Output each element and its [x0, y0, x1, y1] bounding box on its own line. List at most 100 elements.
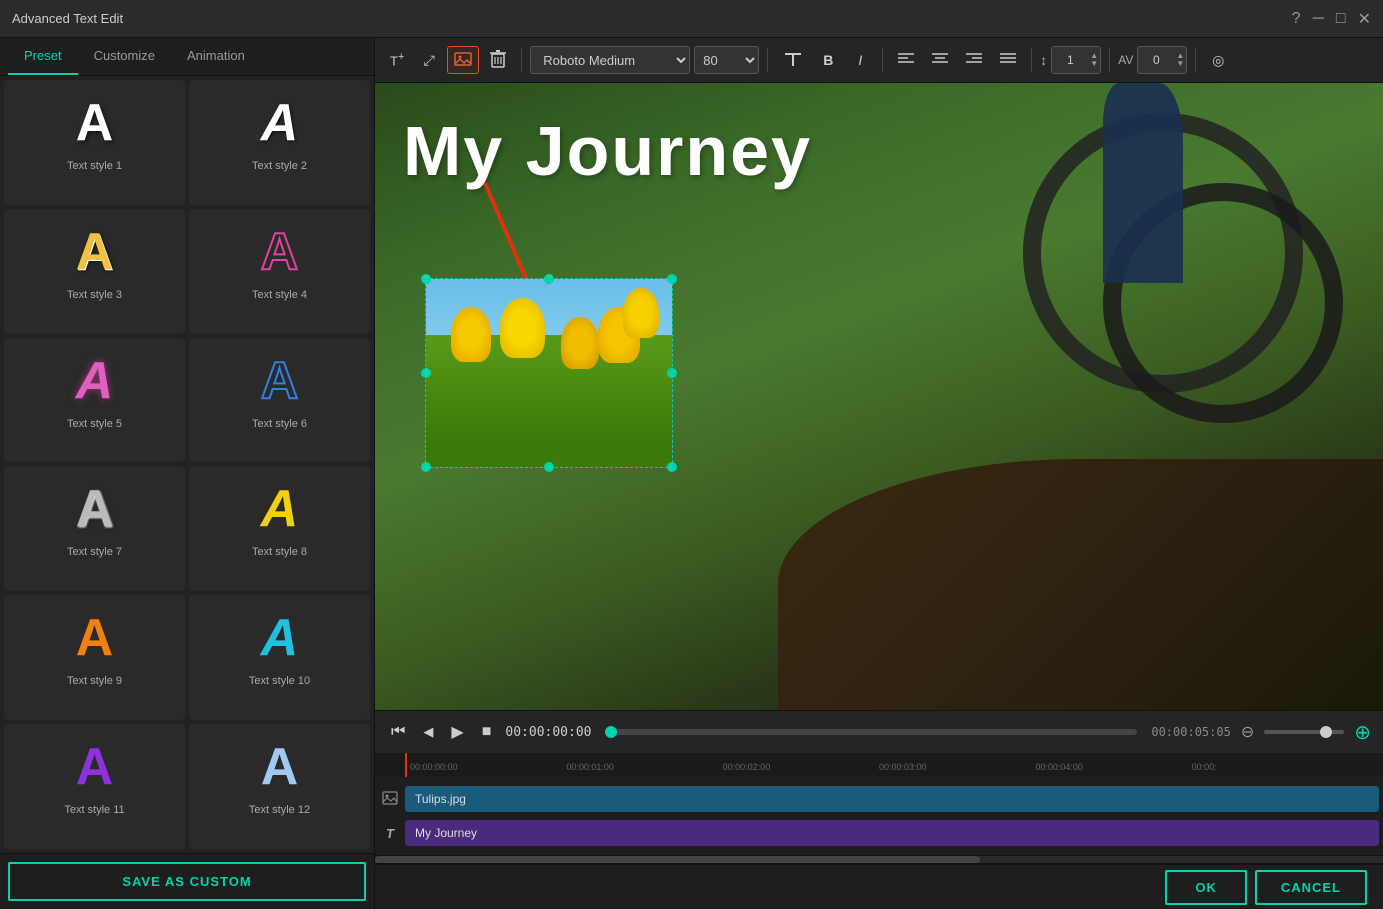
divider-4: [1031, 48, 1032, 72]
track-content-image[interactable]: Tulips.jpg: [405, 786, 1379, 812]
preset-letter-7: A: [76, 478, 114, 540]
save-custom-button[interactable]: SAVE AS CUSTOM: [8, 862, 366, 901]
rewind-button[interactable]: ⏮: [387, 719, 409, 745]
align-right-button[interactable]: [959, 46, 989, 74]
ruler-mark-2: 00:00:02:00: [723, 762, 879, 772]
preset-style4[interactable]: A Text style 4: [189, 209, 370, 334]
zoom-dot: [1320, 726, 1332, 738]
preset-style9[interactable]: A Text style 9: [4, 595, 185, 720]
handle-bm[interactable]: [544, 462, 554, 472]
preset-letter-4: A: [261, 221, 299, 283]
preset-label-11: Text style 11: [64, 804, 124, 816]
add-text-icon: T+: [390, 51, 404, 68]
preset-style6[interactable]: A Text style 6: [189, 338, 370, 463]
person-silhouette: [1103, 83, 1183, 283]
resize-icon: ⤢: [424, 52, 435, 69]
spacing-icon: ↕: [1040, 52, 1047, 68]
preset-label-8: Text style 8: [252, 546, 307, 558]
presets-grid: A Text style 1 A Text style 2 A Text sty…: [0, 76, 374, 853]
preset-label-5: Text style 5: [67, 418, 122, 430]
add-text-button[interactable]: T+: [383, 46, 411, 74]
toolbar: T+ ⤢: [375, 38, 1383, 83]
preset-letter-1: A: [76, 92, 114, 154]
preset-style8[interactable]: A Text style 8: [189, 466, 370, 591]
preset-letter-10: A: [261, 607, 299, 669]
delete-button[interactable]: [483, 46, 513, 74]
divider-5: [1109, 48, 1110, 72]
tab-customize[interactable]: Customize: [78, 38, 171, 75]
stop-button[interactable]: ■: [478, 719, 496, 745]
target-button[interactable]: ◎: [1204, 46, 1232, 74]
help-button[interactable]: ?: [1292, 9, 1301, 29]
zoom-out-button[interactable]: ⊖: [1241, 722, 1254, 742]
add-track-button[interactable]: ⊕: [1354, 720, 1371, 745]
timeline-progress-bar[interactable]: [605, 729, 1137, 735]
resize-button[interactable]: ⤢: [415, 46, 443, 74]
play-button[interactable]: ▶: [447, 718, 467, 746]
preset-style10[interactable]: A Text style 10: [189, 595, 370, 720]
preset-style5[interactable]: A Text style 5: [4, 338, 185, 463]
preview-area: My Journey: [375, 83, 1383, 710]
line-spacing-input[interactable]: [1052, 53, 1088, 67]
preset-letter-11: A: [76, 736, 114, 798]
track-row-image: Tulips.jpg: [375, 783, 1383, 815]
delete-icon: [490, 50, 506, 71]
preset-label-10: Text style 10: [249, 675, 310, 687]
handle-rm[interactable]: [667, 368, 677, 378]
preset-style3[interactable]: A Text style 3: [4, 209, 185, 334]
handle-tl[interactable]: [421, 274, 431, 284]
ruler-mark-0: 00:00:00:00: [410, 762, 566, 772]
cancel-button[interactable]: CANCEL: [1255, 870, 1367, 905]
timeline-scrollbar[interactable]: [375, 855, 1383, 863]
action-bar: OK CANCEL: [375, 863, 1383, 909]
track-content-text[interactable]: My Journey: [405, 820, 1379, 846]
handle-br[interactable]: [667, 462, 677, 472]
preset-style1[interactable]: A Text style 1: [4, 80, 185, 205]
image-insert-button[interactable]: [447, 46, 479, 74]
handle-tr[interactable]: [667, 274, 677, 284]
italic-button[interactable]: I: [846, 46, 874, 74]
maximize-button[interactable]: □: [1336, 9, 1346, 29]
preset-style12[interactable]: A Text style 12: [189, 724, 370, 849]
prev-frame-button[interactable]: ◀: [419, 720, 437, 744]
align-justify-button[interactable]: [993, 46, 1023, 74]
ruler-mark-1: 00:00:01:00: [566, 762, 722, 772]
image-overlay-container[interactable]: [425, 278, 673, 468]
bold-button[interactable]: B: [814, 46, 842, 74]
tab-animation[interactable]: Animation: [171, 38, 261, 75]
char-spacing-input[interactable]: [1138, 53, 1174, 67]
align-left-button[interactable]: [891, 46, 921, 74]
preset-label-9: Text style 9: [67, 675, 122, 687]
align-justify-icon: [1000, 52, 1016, 69]
zoom-slider[interactable]: [1264, 730, 1344, 734]
playhead-line: [405, 753, 407, 777]
playhead-dot: [605, 726, 617, 738]
handle-tm[interactable]: [544, 274, 554, 284]
preset-label-7: Text style 7: [67, 546, 122, 558]
minimize-button[interactable]: ─: [1313, 9, 1324, 29]
align-center-button[interactable]: [925, 46, 955, 74]
handle-lm[interactable]: [421, 368, 431, 378]
handle-bl[interactable]: [421, 462, 431, 472]
ruler-mark-5: 00:00:: [1192, 762, 1348, 772]
main-layout: Preset Customize Animation A Text style …: [0, 38, 1383, 909]
ok-button[interactable]: OK: [1165, 870, 1247, 905]
align-center-icon: [932, 52, 948, 69]
ruler-mark-4: 00:00:04:00: [1035, 762, 1191, 772]
preset-style7[interactable]: A Text style 7: [4, 466, 185, 591]
preset-label-12: Text style 12: [249, 804, 310, 816]
timeline-ruler: 00:00:00:00 00:00:01:00 00:00:02:00 00:0…: [375, 753, 1383, 777]
font-size-selector[interactable]: 80: [694, 46, 759, 74]
char-spacing-icon: AV: [1118, 53, 1133, 67]
char-spacing-down[interactable]: ▼: [1174, 60, 1186, 68]
close-button[interactable]: ✕: [1358, 9, 1371, 29]
text-style-button[interactable]: [776, 46, 810, 74]
line-spacing-down[interactable]: ▼: [1088, 60, 1100, 68]
window-controls: ? ─ □ ✕: [1292, 9, 1371, 29]
ground-area: [778, 459, 1383, 710]
preset-style2[interactable]: A Text style 2: [189, 80, 370, 205]
end-time: 00:00:05:05: [1151, 725, 1230, 739]
tab-preset[interactable]: Preset: [8, 38, 78, 75]
font-selector[interactable]: Roboto Medium: [530, 46, 690, 74]
preset-style11[interactable]: A Text style 11: [4, 724, 185, 849]
